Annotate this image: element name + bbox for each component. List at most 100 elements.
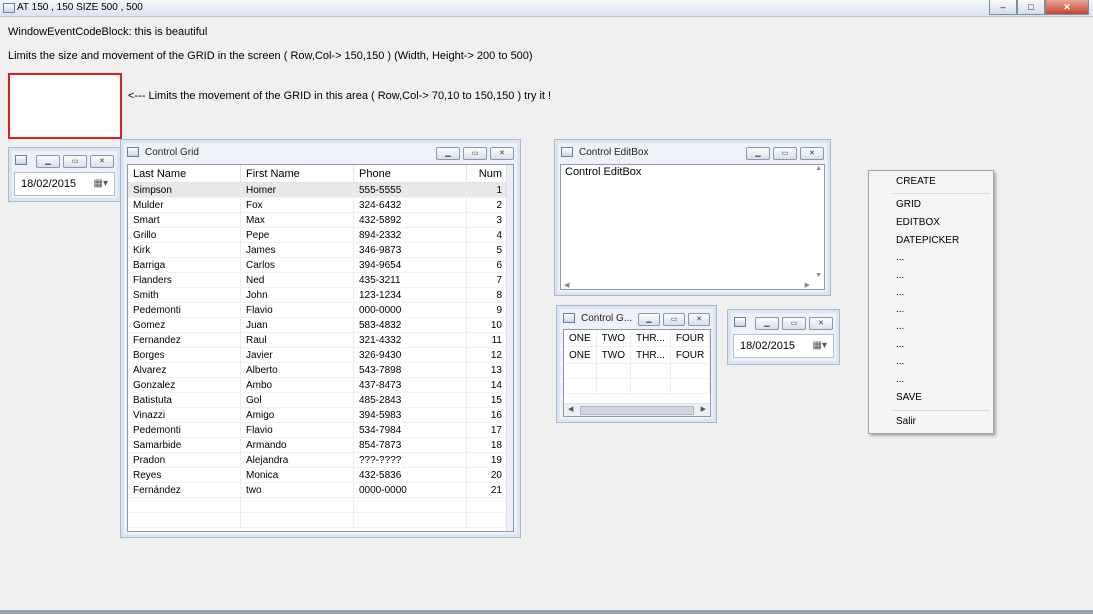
small-grid[interactable]: ONE TWO THR... FOUR ONE TWO THR... FOUR ◀ ▶ (563, 329, 711, 417)
table-cell[interactable]: 435-3211 (353, 272, 467, 288)
close-button[interactable]: ✕ (90, 155, 114, 168)
table-cell[interactable]: Carlos (240, 257, 354, 273)
table-cell[interactable]: 534-7984 (353, 422, 467, 438)
small-grid-window[interactable]: Control G... ▁ ▭ ✕ ONE TWO THR... FOUR ONE TW… (556, 305, 717, 423)
table-cell[interactable]: 5 (466, 242, 508, 258)
datepicker-window-1[interactable]: ▁ ▭ ✕ 18/02/2015 ▦▾ (8, 147, 121, 202)
scroll-up-icon[interactable]: ▲ (815, 165, 822, 172)
table-cell[interactable]: 324-6432 (353, 197, 467, 213)
table-cell[interactable]: 14 (466, 377, 508, 393)
column-header[interactable]: Phone (353, 165, 467, 183)
table-row[interactable]: Vinazzi Amigo 394-5983 16 (128, 407, 508, 423)
table-cell[interactable]: 432-5892 (353, 212, 467, 228)
menu-item-datepicker[interactable]: DATEPICKER (896, 235, 959, 246)
menu-item-create[interactable]: CREATE (896, 176, 936, 187)
table-row[interactable]: Kirk James 346-9873 5 (128, 242, 508, 258)
table-cell[interactable]: Flavio (240, 302, 354, 318)
table-row[interactable]: Simpson Homer 555-5555 1 (128, 182, 508, 198)
table-row[interactable]: Pedemonti Flavio 000-0000 9 (128, 302, 508, 318)
table-cell[interactable]: 1 (466, 182, 508, 198)
table-cell[interactable]: Ambo (240, 377, 354, 393)
table-cell[interactable]: 18 (466, 437, 508, 453)
table-cell[interactable]: Reyes (128, 467, 241, 483)
close-button[interactable]: ✕ (1045, 0, 1089, 15)
control-grid[interactable]: Last Name First Name Phone Num Simpson Ho… (127, 164, 514, 532)
table-cell[interactable]: Smith (128, 287, 241, 303)
table-cell[interactable]: Vinazzi (128, 407, 241, 423)
table-cell[interactable]: 19 (466, 452, 508, 468)
menu-item-editbox[interactable]: EDITBOX (896, 217, 940, 228)
table-cell[interactable]: Amigo (240, 407, 354, 423)
column-header[interactable]: First Name (240, 165, 354, 183)
scroll-left-icon[interactable]: ◀ (564, 281, 569, 289)
menu-item[interactable]: ... (896, 270, 904, 281)
table-cell[interactable]: Raul (240, 332, 354, 348)
table-cell[interactable]: Gomez (128, 317, 241, 333)
table-row[interactable]: Barriga Carlos 394-9654 6 (128, 257, 508, 273)
table-cell[interactable]: 0000-0000 (353, 482, 467, 498)
table-cell[interactable]: 543-7898 (353, 362, 467, 378)
table-row[interactable]: Borges Javier 326-9430 12 (128, 347, 508, 363)
menu-item[interactable]: ... (896, 252, 904, 263)
table-cell[interactable]: Kirk (128, 242, 241, 258)
table-cell[interactable]: Pepe (240, 227, 354, 243)
table-cell[interactable]: Gonzalez (128, 377, 241, 393)
table-cell[interactable]: Homer (240, 182, 354, 198)
table-cell[interactable]: 16 (466, 407, 508, 423)
table-cell[interactable]: Alberto (240, 362, 354, 378)
table-cell[interactable]: 894-2332 (353, 227, 467, 243)
close-button[interactable]: ✕ (688, 313, 710, 326)
edit-box[interactable]: Control EditBox ▲ ▼ ◀ ▶ (560, 164, 825, 290)
table-cell[interactable]: Armando (240, 437, 354, 453)
datepicker-2[interactable]: 18/02/2015 ▦▾ (733, 334, 834, 358)
table-cell[interactable]: FOUR (670, 330, 710, 347)
menu-item[interactable]: ... (896, 321, 904, 332)
table-cell[interactable]: 000-0000 (353, 302, 467, 318)
maximize-button[interactable]: ▭ (463, 147, 487, 160)
table-cell[interactable]: two (240, 482, 354, 498)
table-cell[interactable]: Flanders (128, 272, 241, 288)
table-cell[interactable]: Borges (128, 347, 241, 363)
table-cell[interactable]: 12 (466, 347, 508, 363)
scroll-right-icon[interactable]: ▶ (805, 281, 810, 289)
minimize-button[interactable]: ▁ (436, 147, 460, 160)
table-cell[interactable]: Smart (128, 212, 241, 228)
table-cell[interactable]: Alvarez (128, 362, 241, 378)
table-cell[interactable]: 326-9430 (353, 347, 467, 363)
table-row[interactable]: ONE TWO THR... FOUR (564, 346, 710, 364)
table-cell[interactable]: 21 (466, 482, 508, 498)
menu-item-grid[interactable]: GRID (896, 199, 921, 210)
table-row[interactable]: Batistuta Gol 485-2843 15 (128, 392, 508, 408)
table-cell[interactable]: Batistuta (128, 392, 241, 408)
table-cell[interactable]: 20 (466, 467, 508, 483)
table-cell[interactable]: 485-2843 (353, 392, 467, 408)
table-cell[interactable]: Alejandra (240, 452, 354, 468)
maximize-button[interactable]: ▭ (63, 155, 87, 168)
table-cell[interactable]: Mulder (128, 197, 241, 213)
table-cell[interactable]: THR... (630, 346, 671, 364)
table-cell[interactable]: Ned (240, 272, 354, 288)
table-cell[interactable]: James (240, 242, 354, 258)
table-cell[interactable]: THR... (630, 330, 671, 347)
table-cell[interactable]: John (240, 287, 354, 303)
table-row[interactable]: Fernandez Raul 321-4332 11 (128, 332, 508, 348)
table-cell[interactable]: Gol (240, 392, 354, 408)
table-row[interactable]: Gonzalez Ambo 437-8473 14 (128, 377, 508, 393)
table-cell[interactable]: 123-1234 (353, 287, 467, 303)
table-row[interactable]: Samarbide Armando 854-7873 18 (128, 437, 508, 453)
table-cell[interactable]: Pradon (128, 452, 241, 468)
table-cell[interactable]: 321-4332 (353, 332, 467, 348)
table-cell[interactable]: Samarbide (128, 437, 241, 453)
maximize-button[interactable]: ▭ (773, 147, 797, 160)
table-cell[interactable]: Grillo (128, 227, 241, 243)
table-cell[interactable]: 15 (466, 392, 508, 408)
table-cell[interactable]: Juan (240, 317, 354, 333)
control-grid-window[interactable]: Control Grid ▁ ▭ ✕ Last Name First Name … (120, 139, 521, 538)
table-cell[interactable]: 9 (466, 302, 508, 318)
table-cell[interactable]: 10 (466, 317, 508, 333)
table-cell[interactable]: Monica (240, 467, 354, 483)
table-cell[interactable]: 432-5836 (353, 467, 467, 483)
table-cell[interactable]: Fox (240, 197, 354, 213)
table-cell[interactable]: FOUR (670, 346, 710, 364)
table-cell[interactable]: 6 (466, 257, 508, 273)
